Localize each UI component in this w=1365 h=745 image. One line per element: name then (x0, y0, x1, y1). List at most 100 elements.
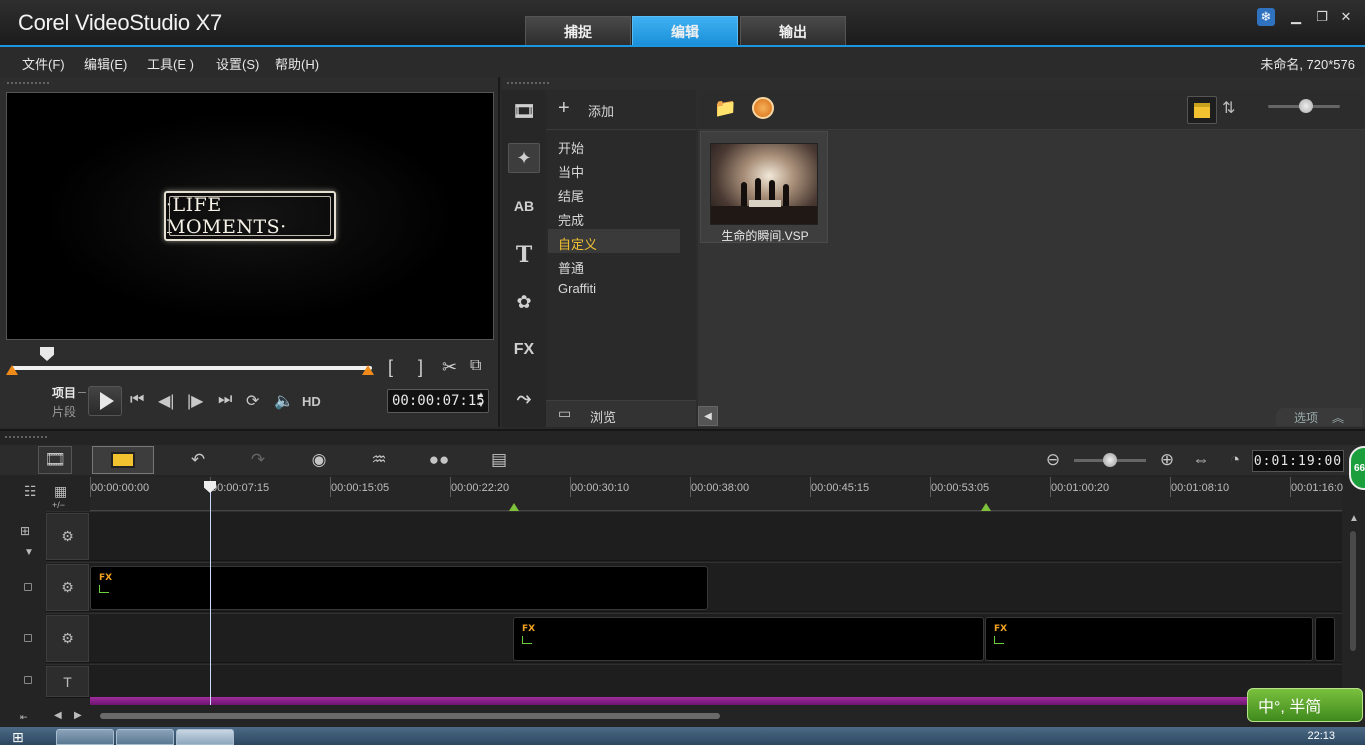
lock-icon[interactable] (24, 634, 32, 642)
trim-in-marker[interactable] (6, 365, 18, 375)
scrubber-handle[interactable] (40, 347, 54, 361)
panel-grip[interactable] (6, 81, 50, 85)
repeat-icon[interactable]: ⟳ (246, 391, 259, 411)
lock-icon[interactable] (24, 583, 32, 591)
film-strip-icon[interactable]: 🎞 (508, 96, 540, 126)
next-frame-icon[interactable]: |▶ (187, 391, 203, 411)
track-manager-icon[interactable]: ☷ (24, 483, 37, 500)
trim-out-marker[interactable] (362, 365, 374, 375)
zoom-out-icon[interactable]: ⊖ (1038, 448, 1068, 472)
chapter-marker[interactable] (981, 503, 991, 511)
tab-share[interactable]: 输出 (740, 16, 846, 46)
mark-out-button[interactable]: ] (418, 357, 423, 378)
timeline-zoom-knob[interactable] (1103, 453, 1117, 467)
overlay-track-2-icon[interactable]: ⚙ (46, 615, 89, 662)
home-icon[interactable]: ⏮ (130, 391, 144, 409)
category-item[interactable]: 开始 (558, 138, 584, 157)
storyboard-view-icon[interactable]: 🎞 (38, 446, 72, 474)
auto-music-icon[interactable]: ●● (424, 448, 454, 472)
menu-tools[interactable]: 工具(E ) (147, 54, 194, 73)
taskbar-browser[interactable] (116, 729, 174, 745)
transition-path-icon[interactable]: ⤳ (508, 383, 540, 413)
lock-icon[interactable] (24, 676, 32, 684)
hd-toggle[interactable]: HD (302, 394, 321, 409)
film-reel-icon[interactable] (752, 97, 774, 119)
graphics-icon[interactable]: ✿ (508, 287, 540, 317)
timecode-spinner[interactable]: ▲ ▼ (474, 390, 488, 412)
clock-icon[interactable]: ◔ (1220, 448, 1250, 472)
ime-toolbar[interactable]: 中°, 半简 (1247, 688, 1363, 722)
title-track[interactable]: T (46, 664, 1342, 698)
add-remove-tracks[interactable]: +/− (52, 500, 65, 510)
chapter-marker[interactable] (509, 503, 519, 511)
scroll-right-icon[interactable]: ▶ (74, 710, 82, 721)
category-item[interactable]: Graffiti (558, 281, 596, 296)
timeline-view-button[interactable] (92, 446, 154, 474)
taskbar-explorer[interactable] (56, 729, 114, 745)
panel-grip[interactable] (4, 435, 48, 439)
video-track[interactable]: ⚙ (46, 511, 1342, 561)
scroll-left-icon[interactable]: ◀ (698, 406, 718, 426)
redo-icon[interactable]: ↷ (243, 448, 273, 472)
folder-icon[interactable]: 📁 (714, 98, 736, 119)
taskbar-videostudio[interactable] (176, 729, 234, 745)
panel-grip[interactable] (506, 81, 550, 85)
fit-project-icon[interactable]: ⇔ (1186, 448, 1216, 472)
mark-in-button[interactable]: [ (388, 357, 393, 378)
previous-frame-icon[interactable]: ◀| (158, 391, 174, 411)
restore-icon[interactable]: ❐ (1313, 8, 1331, 26)
end-icon[interactable]: ⏭ (218, 391, 232, 409)
menu-file[interactable]: 文件(F) (22, 54, 65, 73)
mode-clip[interactable]: 片段 (52, 403, 76, 420)
thumbnail-view-button[interactable] (1187, 96, 1217, 124)
timeline-vertical-scrollbar[interactable] (1350, 531, 1356, 651)
snowflake-icon[interactable]: ❄ (1257, 8, 1275, 26)
project-duration[interactable]: 0:01:19:00 (1252, 450, 1344, 472)
overlay-track-1[interactable]: ⚙ FX (46, 562, 1342, 612)
sound-mixer-icon[interactable]: ♒ (364, 448, 394, 472)
overlay-track-1-icon[interactable]: ⚙ (46, 564, 89, 611)
menu-settings[interactable]: 设置(S) (216, 54, 259, 73)
tab-edit[interactable]: 编辑 (632, 16, 738, 46)
minimize-icon[interactable]: ▁ (1287, 8, 1305, 26)
enlarge-preview-icon[interactable]: ⧉ (470, 357, 481, 375)
undo-icon[interactable]: ↶ (183, 448, 213, 472)
scroll-left-icon[interactable]: ◀ (54, 710, 62, 721)
timeline-clip[interactable] (1315, 617, 1335, 661)
scroll-up-icon[interactable]: ▲ (1349, 513, 1359, 524)
subtitle-editor-icon[interactable]: ▤ (484, 448, 514, 472)
category-item[interactable]: 完成 (558, 210, 584, 229)
category-item[interactable]: 当中 (558, 162, 584, 181)
volume-icon[interactable]: 🔈 (274, 391, 294, 411)
category-item[interactable]: 结尾 (558, 186, 584, 205)
scrubber-track[interactable] (12, 366, 372, 370)
options-toggle[interactable]: 选项 ︽ (1276, 408, 1362, 426)
fx-icon[interactable]: FX (508, 335, 540, 365)
close-icon[interactable]: ✕ (1337, 8, 1355, 26)
chapter-icon[interactable]: ▦ (54, 483, 67, 500)
menu-edit[interactable]: 编辑(E) (84, 54, 127, 73)
timeline-clip[interactable]: FX (90, 566, 708, 610)
scissors-icon[interactable]: ✂ (442, 357, 457, 378)
start-icon[interactable]: ⊞ (12, 729, 38, 745)
title-ab-icon[interactable]: AB (508, 191, 540, 221)
instant-project-icon[interactable]: ✦ (508, 143, 540, 173)
library-item[interactable]: 生命的瞬间.VSP (700, 131, 828, 243)
timeline-clip[interactable]: FX (513, 617, 984, 661)
timeline-horizontal-scrollbar[interactable] (100, 713, 720, 719)
tab-capture[interactable]: 捕捉 (525, 16, 631, 46)
timeline-clip[interactable]: FX (985, 617, 1313, 661)
record-capture-icon[interactable]: ◉ (304, 448, 334, 472)
category-item[interactable]: 普通 (558, 258, 584, 277)
mode-project[interactable]: 项目 (52, 384, 76, 401)
overlay-track-2[interactable]: ⚙ FX FX (46, 613, 1342, 663)
browse-button[interactable]: ▭ 浏览 (546, 400, 696, 427)
title-track-icon[interactable]: T (46, 666, 89, 697)
chevron-down-icon[interactable]: ▼ (24, 547, 34, 558)
music-track-clip[interactable] (90, 697, 1342, 705)
add-row[interactable]: + 添加 (546, 90, 696, 130)
ripple-edit-icon[interactable]: ⊞ (20, 524, 30, 538)
timeline-ruler[interactable]: 00:00:00:00 00:00:07:15 00:00:15:05 00:0… (90, 477, 1343, 511)
track-collapse-icon[interactable]: ⇤ (20, 712, 28, 723)
menu-help[interactable]: 帮助(H) (275, 54, 319, 73)
